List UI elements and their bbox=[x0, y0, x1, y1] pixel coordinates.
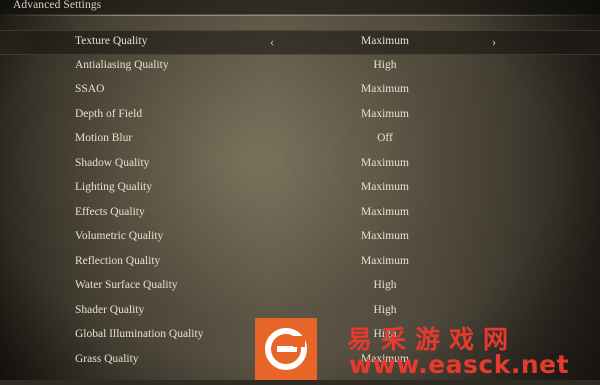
setting-label: SSAO bbox=[75, 83, 105, 95]
setting-row-shadow-quality[interactable]: Shadow Quality Maximum bbox=[0, 153, 600, 178]
setting-label: Global Illumination Quality bbox=[75, 328, 204, 340]
setting-row-texture-quality[interactable]: Texture Quality ‹ Maximum › bbox=[0, 30, 600, 55]
setting-value: Maximum bbox=[361, 230, 409, 242]
setting-value: Maximum bbox=[361, 35, 409, 47]
setting-value: Off bbox=[377, 132, 393, 144]
setting-label: Shadow Quality bbox=[75, 156, 150, 169]
setting-label: Volumetric Quality bbox=[75, 230, 164, 242]
watermark-url-text: www.easck.net bbox=[349, 350, 570, 379]
setting-row-water-surface-quality[interactable]: Water Surface Quality High bbox=[0, 275, 600, 300]
setting-label: Lighting Quality bbox=[75, 181, 152, 193]
setting-value: Maximum bbox=[361, 107, 409, 120]
setting-row-lighting-quality[interactable]: Lighting Quality Maximum bbox=[0, 177, 600, 202]
setting-label: Effects Quality bbox=[75, 205, 145, 218]
watermark-logo-icon bbox=[255, 318, 317, 380]
setting-label: Shader Quality bbox=[75, 303, 145, 316]
setting-value: Maximum bbox=[361, 83, 409, 95]
setting-label: Water Surface Quality bbox=[75, 279, 178, 291]
setting-label: Grass Quality bbox=[75, 352, 139, 365]
setting-value: High bbox=[373, 303, 397, 316]
setting-value: Maximum bbox=[361, 254, 409, 267]
setting-label: Texture Quality bbox=[75, 35, 148, 47]
setting-row-volumetric-quality[interactable]: Volumetric Quality Maximum bbox=[0, 226, 600, 251]
setting-row-reflection-quality[interactable]: Reflection Quality Maximum bbox=[0, 251, 600, 276]
chevron-left-icon[interactable]: ‹ bbox=[265, 34, 279, 50]
setting-value: Maximum bbox=[361, 181, 409, 193]
setting-row-antialiasing-quality[interactable]: Antialiasing Quality High bbox=[0, 55, 600, 80]
setting-value: High bbox=[373, 58, 397, 71]
setting-row-effects-quality[interactable]: Effects Quality Maximum bbox=[0, 202, 600, 227]
setting-label: Reflection Quality bbox=[75, 254, 161, 267]
setting-value: Maximum bbox=[361, 156, 409, 169]
header-bar: Advanced Settings bbox=[0, 0, 600, 14]
chevron-right-icon[interactable]: › bbox=[487, 34, 501, 50]
setting-row-motion-blur[interactable]: Motion Blur Off bbox=[0, 128, 600, 153]
setting-row-ssao[interactable]: SSAO Maximum bbox=[0, 79, 600, 104]
setting-row-depth-of-field[interactable]: Depth of Field Maximum bbox=[0, 104, 600, 129]
setting-value: High bbox=[373, 279, 397, 291]
setting-value: Maximum bbox=[361, 205, 409, 218]
setting-label: Motion Blur bbox=[75, 132, 133, 144]
setting-label: Depth of Field bbox=[75, 107, 143, 120]
watermark: 易采游戏网 www.easck.net bbox=[255, 318, 600, 380]
setting-label: Antialiasing Quality bbox=[75, 58, 169, 71]
header-divider bbox=[0, 15, 600, 16]
page-title: Advanced Settings bbox=[13, 0, 102, 11]
